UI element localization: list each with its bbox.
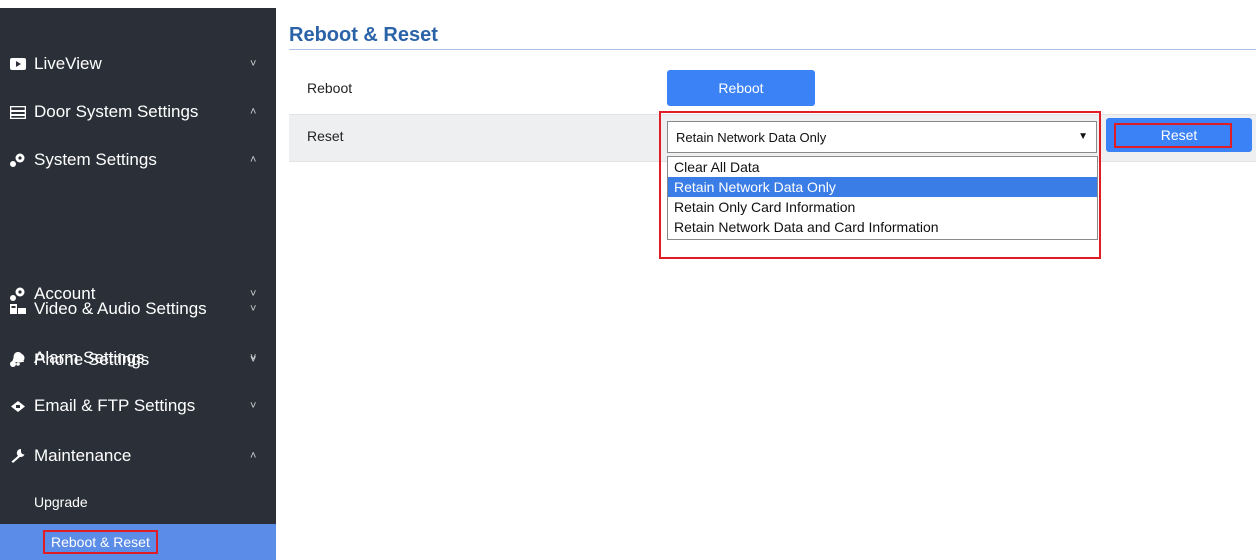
door-panel-icon bbox=[10, 105, 34, 119]
page-title: Reboot & Reset bbox=[289, 24, 438, 46]
sidebar-item-label: Maintenance bbox=[34, 446, 132, 465]
sidebar-item-door-system-settings[interactable]: Door System Settings ˄ bbox=[0, 88, 276, 136]
video-audio-icon bbox=[10, 302, 34, 316]
chevron-up-icon: ˄ bbox=[250, 450, 257, 462]
settings-icon bbox=[10, 153, 34, 167]
sidebar-item-label: Email & FTP Settings bbox=[34, 396, 196, 415]
chevron-down-icon: ˅ bbox=[250, 58, 257, 70]
chevron-down-icon: ˅ bbox=[250, 400, 257, 412]
sidebar-item-label: LiveView bbox=[34, 54, 102, 73]
title-divider bbox=[289, 49, 1256, 50]
sidebar-item-maintenance[interactable]: Maintenance ˄ bbox=[0, 432, 276, 480]
chevron-up-icon: ˄ bbox=[250, 154, 257, 166]
sidebar-item-system-settings[interactable]: System Settings ˄ bbox=[0, 136, 276, 184]
sidebar-item-video-audio-settings[interactable]: Video & Audio Settings ˅ bbox=[0, 285, 276, 333]
bell-icon bbox=[10, 351, 34, 366]
highlight-box-reset-button bbox=[1114, 123, 1232, 148]
sidebar-item-email-ftp-settings[interactable]: Email & FTP Settings ˅ bbox=[0, 382, 276, 430]
sidebar-subitem-reboot-reset[interactable]: Reboot & Reset bbox=[0, 524, 276, 560]
reboot-label: Reboot bbox=[307, 80, 353, 96]
chevron-down-icon: ˅ bbox=[250, 352, 257, 364]
sidebar: LiveView ˅ Door System Settings ˄ System… bbox=[0, 8, 276, 560]
reboot-button[interactable]: Reboot bbox=[667, 70, 815, 106]
sidebar-item-alarm-settings[interactable]: Alarm Settings ˅ bbox=[0, 334, 276, 382]
wrench-icon bbox=[10, 448, 34, 464]
highlight-box-dropdown bbox=[659, 111, 1101, 259]
sidebar-item-label: Alarm Settings bbox=[34, 348, 145, 367]
reset-label: Reset bbox=[307, 128, 344, 144]
video-icon bbox=[10, 58, 34, 70]
sidebar-item-liveview[interactable]: LiveView ˅ bbox=[0, 40, 276, 88]
sidebar-subitem-label: Reboot & Reset bbox=[43, 530, 158, 554]
chevron-down-icon: ˅ bbox=[250, 303, 257, 315]
chevron-up-icon: ˄ bbox=[250, 106, 257, 118]
sidebar-subitem-upgrade[interactable]: Upgrade bbox=[0, 486, 276, 518]
sidebar-item-label: System Settings bbox=[34, 150, 157, 169]
sidebar-item-label: Door System Settings bbox=[34, 102, 199, 121]
sidebar-subitem-label: Upgrade bbox=[34, 494, 88, 510]
cloud-icon bbox=[10, 400, 34, 413]
sidebar-item-label: Video & Audio Settings bbox=[34, 299, 207, 318]
